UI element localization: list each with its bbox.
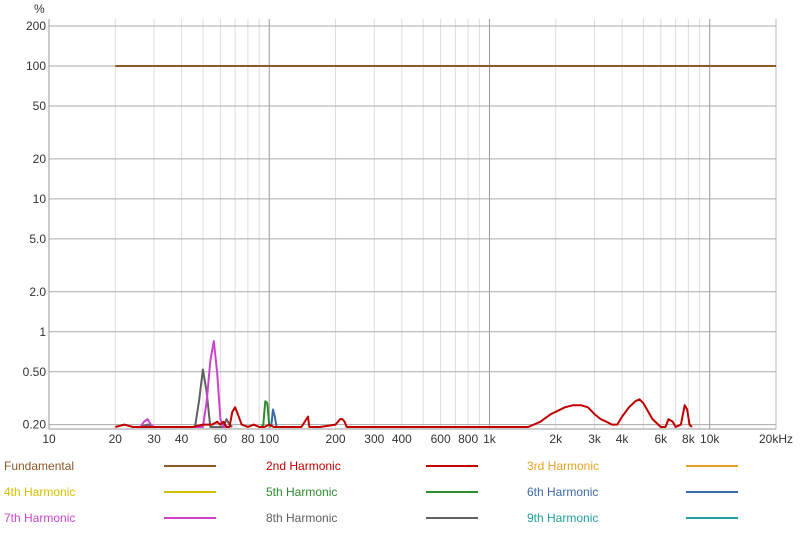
legend-label: 4th Harmonic — [4, 485, 76, 499]
y-tick-label: 5.0 — [29, 232, 46, 246]
legend-label: 6th Harmonic — [527, 485, 599, 499]
legend-item: 8th Harmonic — [266, 509, 478, 527]
legend-item: 3rd Harmonic — [527, 457, 738, 475]
legend-label: 9th Harmonic — [527, 511, 599, 525]
legend-item: 2nd Harmonic — [266, 457, 478, 475]
harmonic-distortion-chart: 10 20 30 40 60 80 100 200 300 400 600 800 1k 2k 3k 4k 6k… — [23, 2, 793, 446]
legend-swatch — [686, 517, 738, 519]
y-tick-label: 50 — [33, 99, 47, 113]
legend-label: Fundamental — [4, 459, 75, 473]
legend-item: 4th Harmonic — [4, 483, 216, 501]
y-tick-label: 2.0 — [29, 285, 46, 299]
x-axis-ticks: 10 20 30 40 60 80 100 200 300 400 600 800 1k 2k 3k 4k 6k… — [42, 432, 793, 446]
y-tick-label: 1 — [39, 325, 46, 339]
legend-label: 5th Harmonic — [266, 485, 338, 499]
x-tick-label: 40 — [175, 432, 189, 446]
x-tick-label: 20 — [109, 432, 123, 446]
x-tick-label: 10 — [42, 432, 56, 446]
x-tick-label: 10k — [700, 432, 720, 446]
legend-swatch — [164, 517, 216, 519]
x-tick-label: 60 — [214, 432, 228, 446]
legend: Fundamental 2nd Harmonic 3rd Harmonic 4th H… — [0, 453, 800, 533]
legend-item: 7th Harmonic — [4, 509, 216, 527]
legend-swatch — [426, 517, 478, 519]
x-tick-label: 8k — [682, 432, 696, 446]
plot-background — [49, 19, 776, 429]
legend-swatch — [164, 465, 216, 467]
y-unit-label: % — [34, 2, 45, 16]
legend-label: 2nd Harmonic — [266, 459, 341, 473]
x-tick-label: 200 — [326, 432, 346, 446]
y-tick-label: 0.20 — [23, 418, 47, 432]
x-tick-label: 400 — [392, 432, 412, 446]
y-tick-label: 10 — [33, 192, 47, 206]
x-tick-label: 4k — [616, 432, 630, 446]
legend-swatch — [164, 491, 216, 493]
y-axis-ticks: 200 100 50 20 10 5.0 2.0 1 0.50 0.20 — [23, 19, 47, 432]
x-tick-label: 600 — [431, 432, 451, 446]
legend-swatch — [686, 465, 738, 467]
y-tick-label: 200 — [26, 19, 46, 33]
legend-label: 8th Harmonic — [266, 511, 338, 525]
x-tick-label: 1k — [483, 432, 497, 446]
legend-label: 7th Harmonic — [4, 511, 76, 525]
y-tick-label: 100 — [26, 59, 46, 73]
x-tick-label: 2k — [549, 432, 563, 446]
legend-swatch — [426, 491, 478, 493]
legend-item: Fundamental — [4, 457, 216, 475]
legend-swatch — [686, 491, 738, 493]
x-tick-label: 6k — [655, 432, 669, 446]
x-tick-label: 3k — [588, 432, 602, 446]
x-tick-label: 100 — [259, 432, 279, 446]
y-tick-label: 0.50 — [23, 365, 47, 379]
x-tick-label: 800 — [458, 432, 478, 446]
x-tick-label: 300 — [364, 432, 384, 446]
legend-label: 3rd Harmonic — [527, 459, 600, 473]
x-tick-label: 30 — [147, 432, 161, 446]
x-tick-label: 80 — [241, 432, 255, 446]
x-tick-label: 20kHz — [759, 432, 793, 446]
legend-item: 6th Harmonic — [527, 483, 738, 501]
y-tick-label: 20 — [33, 152, 47, 166]
legend-item: 5th Harmonic — [266, 483, 478, 501]
legend-item: 9th Harmonic — [527, 509, 738, 527]
legend-swatch — [426, 465, 478, 467]
